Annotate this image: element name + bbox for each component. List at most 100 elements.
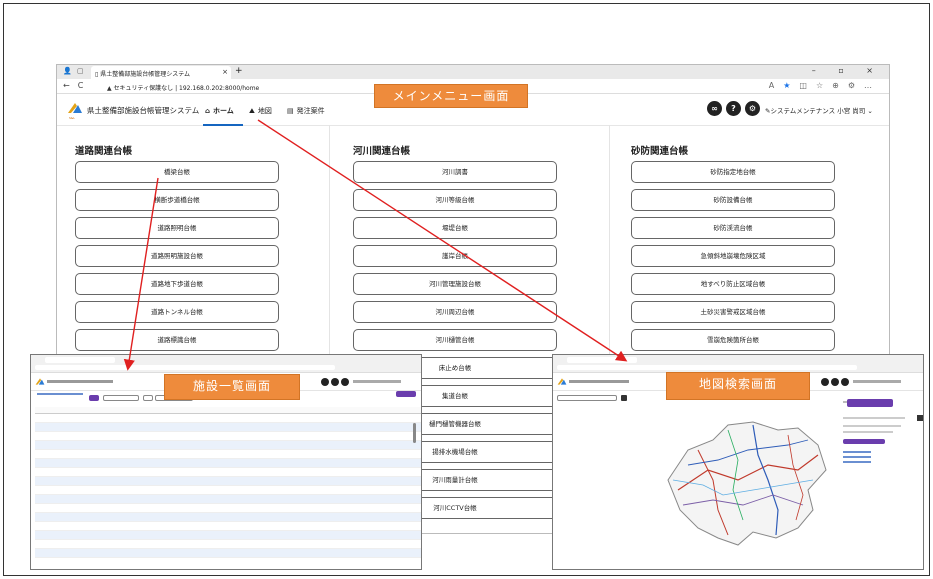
mini-address bbox=[35, 365, 335, 370]
user-menu[interactable]: ✎システムメンテナンス 小宮 尚司 ⌄ bbox=[765, 105, 873, 115]
column-title-road: 道路関連台帳 bbox=[75, 146, 133, 157]
ledger-button-sabo[interactable]: 雪崩危険箇所台帳 bbox=[631, 329, 835, 351]
back-reload-icons[interactable]: ←C bbox=[63, 81, 91, 90]
active-nav-indicator bbox=[203, 124, 243, 126]
ledger-button-river[interactable]: 河川樋管台帳 bbox=[353, 329, 557, 351]
nav-map-label: 地図 bbox=[257, 107, 272, 115]
mini-title-line bbox=[569, 380, 629, 383]
mini-search-button bbox=[89, 395, 99, 401]
link-icon: ∞ bbox=[711, 104, 718, 113]
table-row bbox=[35, 423, 421, 432]
mini-link-line bbox=[843, 461, 871, 463]
mini-logo-icon bbox=[35, 378, 45, 385]
ledger-button-road[interactable]: 道路トンネル台帳 bbox=[75, 301, 279, 323]
ledger-button-road[interactable]: 道路照明台帳 bbox=[75, 217, 279, 239]
chevron-down-icon: ⌄ bbox=[865, 107, 873, 115]
prefecture-map bbox=[667, 421, 827, 546]
mini-search-icon bbox=[621, 395, 627, 401]
nav-home[interactable]: ⌂ ホーム bbox=[205, 106, 234, 116]
user-menu-label: システムメンテナンス 小宮 尚司 bbox=[770, 107, 866, 115]
browser-tab[interactable]: ▯ 県土整備部施設台帳管理システム × bbox=[91, 66, 231, 79]
favorite-star-icon[interactable]: ★ bbox=[783, 81, 799, 90]
table-row bbox=[35, 549, 421, 558]
browser-tab-title: 県土整備部施設台帳管理システム bbox=[100, 71, 191, 78]
mini-help-icon bbox=[831, 378, 839, 386]
tab-actions-icon[interactable]: ▢ bbox=[77, 67, 84, 75]
ledger-button-sabo[interactable]: 土砂災害警戒区域台帳 bbox=[631, 301, 835, 323]
column-title-river: 河川関連台帳 bbox=[353, 146, 411, 157]
ledger-button-sabo[interactable]: 急傾斜地崩壊危険区域 bbox=[631, 245, 835, 267]
callout-main-menu-label: メインメニュー画面 bbox=[392, 89, 510, 103]
tab-close-icon[interactable]: × bbox=[222, 68, 228, 76]
mini-settings-icon bbox=[841, 378, 849, 386]
nav-map[interactable]: ⛰ 地図 bbox=[249, 106, 272, 116]
table-row bbox=[35, 486, 421, 495]
profile-icon[interactable]: 👤 bbox=[63, 67, 72, 75]
map-icon: ⛰ bbox=[249, 107, 255, 115]
mini-tab bbox=[45, 357, 115, 363]
browser-tab-bar: 👤 ▢ ▯ 県土整備部施設台帳管理システム × + – ▫ × bbox=[57, 65, 889, 79]
url-field[interactable]: ▲ セキュリティ保護なし | 192.168.0.202:8000/home bbox=[107, 83, 259, 92]
ledger-button-river[interactable]: 堰堤台帳 bbox=[353, 217, 557, 239]
ledger-button-river[interactable]: 護岸台帳 bbox=[353, 245, 557, 267]
nav-home-label: ホーム bbox=[213, 107, 234, 115]
mini-action-button bbox=[843, 439, 885, 444]
table-row bbox=[35, 495, 421, 504]
mini-info-line bbox=[843, 431, 893, 433]
new-tab-icon[interactable]: + bbox=[235, 66, 243, 76]
map-browser-chrome bbox=[553, 355, 923, 373]
nav-orders[interactable]: ▤ 発注案件 bbox=[287, 106, 325, 116]
ledger-button-sabo[interactable]: 地すべり防止区域台帳 bbox=[631, 273, 835, 295]
settings-button[interactable]: ⚙ bbox=[745, 101, 760, 116]
ledger-button-sabo[interactable]: 砂防渓流台帳 bbox=[631, 217, 835, 239]
help-button[interactable]: ? bbox=[726, 101, 741, 116]
mini-link-line bbox=[843, 451, 871, 453]
mini-user-line bbox=[353, 380, 401, 383]
ledger-button-road[interactable]: 橋梁台帳 bbox=[75, 161, 279, 183]
url-text: 192.168.0.202:8000/home bbox=[179, 85, 260, 92]
order-icon: ▤ bbox=[287, 107, 294, 115]
ledger-button-river[interactable]: 河川調書 bbox=[353, 161, 557, 183]
table-row bbox=[35, 441, 421, 450]
mini-layer-tools bbox=[847, 399, 893, 407]
ledger-button-river[interactable]: 河川等級台帳 bbox=[353, 189, 557, 211]
ledger-button-road[interactable]: 道路標識台帳 bbox=[75, 329, 279, 351]
ledger-button-road[interactable]: 道路照明施設台帳 bbox=[75, 245, 279, 267]
callout-facility-list-label: 施設一覧画面 bbox=[192, 379, 271, 393]
mini-logo-icon bbox=[557, 378, 567, 385]
ledger-button-sabo[interactable]: 砂防指定地台帳 bbox=[631, 161, 835, 183]
app-title: 県土整備部施設台帳管理システム bbox=[87, 106, 200, 115]
browser-toolbar-icons[interactable]: A★◫☆⊕⚙… bbox=[769, 81, 881, 90]
table-row bbox=[35, 504, 421, 513]
mini-link-icon bbox=[821, 378, 829, 386]
facility-list-browser-chrome bbox=[31, 355, 421, 373]
ledger-button-sabo[interactable]: 砂防設備台帳 bbox=[631, 189, 835, 211]
mini-link-line bbox=[843, 456, 871, 458]
callout-map-search-label: 地図検索画面 bbox=[698, 377, 777, 391]
ledger-button-river[interactable]: 河川周辺台帳 bbox=[353, 301, 557, 323]
table-row bbox=[35, 450, 421, 459]
callout-facility-list: 施設一覧画面 bbox=[164, 374, 300, 400]
home-icon: ⌂ bbox=[205, 107, 211, 115]
mini-settings-icon bbox=[341, 378, 349, 386]
mini-title-line bbox=[47, 380, 113, 383]
mini-help-icon bbox=[331, 378, 339, 386]
window-controls[interactable]: – ▫ × bbox=[812, 66, 883, 75]
table-row bbox=[35, 513, 421, 522]
facility-table-header bbox=[35, 407, 421, 414]
mini-scrollbar bbox=[413, 423, 416, 443]
mini-link-icon bbox=[321, 378, 329, 386]
ledger-button-river[interactable]: 河川管理施設台帳 bbox=[353, 273, 557, 295]
table-row bbox=[35, 477, 421, 486]
ledger-button-road[interactable]: 横断歩道橋台帳 bbox=[75, 189, 279, 211]
mini-search-input bbox=[557, 395, 617, 401]
link-button[interactable]: ∞ bbox=[707, 101, 722, 116]
mini-filter-button bbox=[103, 395, 139, 401]
table-row bbox=[35, 522, 421, 531]
table-row bbox=[35, 459, 421, 468]
callout-main-menu: メインメニュー画面 bbox=[374, 84, 528, 108]
callout-map-search: 地図検索画面 bbox=[666, 372, 810, 400]
table-row bbox=[35, 414, 421, 423]
ledger-button-road[interactable]: 道路地下歩道台帳 bbox=[75, 273, 279, 295]
mini-breadcrumb bbox=[37, 393, 83, 395]
